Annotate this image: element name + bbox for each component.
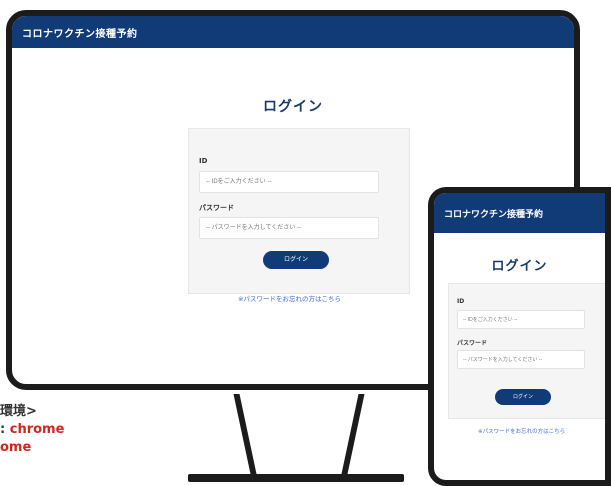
- monitor-stand-base: [188, 474, 404, 482]
- note-line-2-prefix: :: [0, 422, 6, 437]
- desktop-password-input[interactable]: [199, 217, 379, 239]
- note-line-2: : chrome: [0, 421, 64, 439]
- tablet-frame: コロナワクチン接種予約 ログイン ID パスワード ログイン ※パスワードをお忘…: [428, 187, 611, 486]
- tablet-login-title: ログイン: [491, 259, 548, 274]
- tablet-app-header: コロナワクチン接種予約: [434, 193, 605, 233]
- tablet-login-card: ID パスワード ログイン: [448, 283, 605, 419]
- desktop-app-title: コロナワクチン接種予約: [22, 29, 138, 40]
- environment-note: 環境> : chrome ome: [0, 403, 64, 457]
- note-line-3: ome: [0, 440, 32, 455]
- desktop-password-label: パスワード: [199, 204, 234, 212]
- tablet-id-input[interactable]: [457, 310, 585, 329]
- tablet-forgot-password-link[interactable]: ※パスワードをお忘れの方はこちら: [478, 427, 565, 435]
- tablet-login-button[interactable]: ログイン: [495, 389, 551, 405]
- desktop-login-card: ID パスワード ログイン: [188, 128, 410, 294]
- tablet-id-label: ID: [457, 298, 465, 305]
- tablet-password-label: パスワード: [457, 340, 488, 347]
- desktop-login-title: ログイン: [263, 99, 323, 115]
- desktop-login-button[interactable]: ログイン: [263, 251, 329, 269]
- monitor-stand-left-leg: [233, 394, 257, 474]
- tablet-app-title: コロナワクチン接種予約: [444, 210, 544, 220]
- note-line-1: 環境>: [0, 404, 37, 419]
- desktop-app-header: コロナワクチン接種予約: [12, 16, 574, 48]
- note-line-2-value: chrome: [9, 422, 65, 437]
- desktop-id-input[interactable]: [199, 171, 379, 193]
- monitor-stand-right-leg: [341, 394, 365, 474]
- desktop-id-label: ID: [199, 157, 208, 165]
- tablet-password-input[interactable]: [457, 350, 585, 369]
- desktop-forgot-password-link[interactable]: ※パスワードをお忘れの方はこちら: [238, 293, 341, 303]
